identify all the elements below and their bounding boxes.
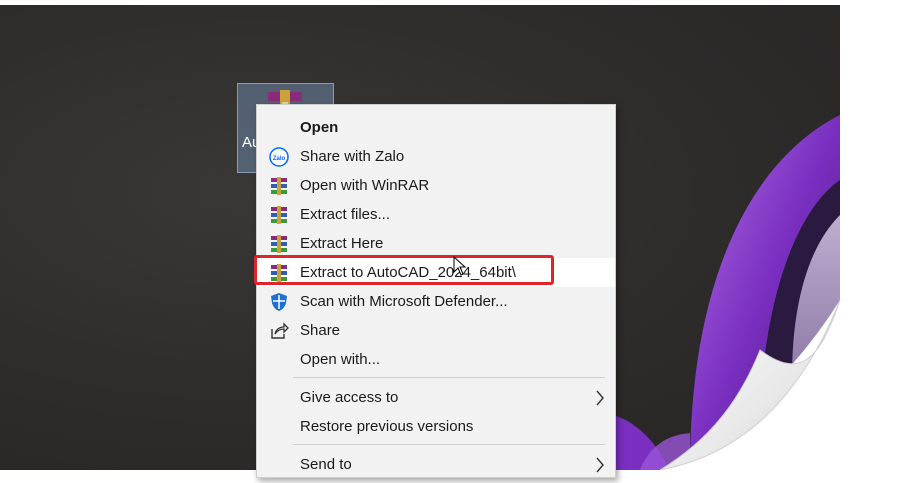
page-curl-effect [659,299,841,470]
